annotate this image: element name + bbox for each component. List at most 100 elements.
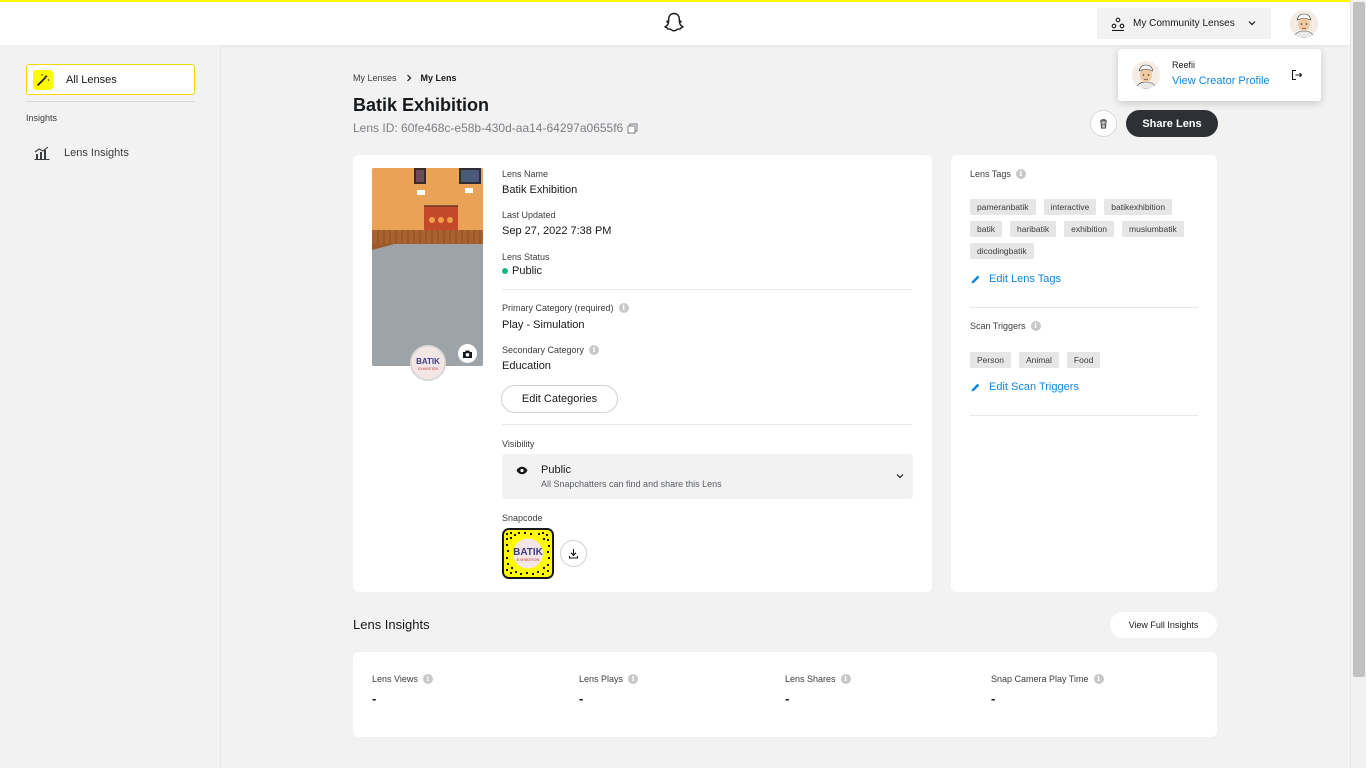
- download-icon: [568, 549, 579, 559]
- user-avatar[interactable]: [1290, 10, 1318, 38]
- view-full-insights-button[interactable]: View Full Insights: [1110, 612, 1217, 638]
- metric-label: Lens Shares: [785, 674, 836, 684]
- lens-id-text: Lens ID: 60fe468c-e58b-430d-aa14-64297a0…: [353, 121, 624, 135]
- visibility-label: Visibility: [502, 439, 535, 449]
- metric-snap-camera-play-time: Snap Camera Play Time i -: [991, 674, 1104, 706]
- info-icon[interactable]: i: [628, 674, 639, 684]
- community-lenses-dropdown[interactable]: My Community Lenses: [1097, 8, 1271, 39]
- info-icon[interactable]: i: [422, 674, 433, 684]
- lens-status: Public: [502, 265, 542, 277]
- scan-triggers-label-text: Scan Triggers: [970, 321, 1026, 331]
- tag-chip: haribatik: [1009, 221, 1057, 237]
- lens-name-label: Lens Name: [502, 169, 549, 179]
- lens-icon-badge: BATIK EXHIBITION: [410, 345, 446, 381]
- scan-triggers-list: Person Animal Food: [970, 352, 1200, 368]
- popup-username: Reefii: [1172, 60, 1196, 70]
- trigger-chip: Animal: [1018, 352, 1059, 368]
- metric-value: -: [579, 691, 584, 706]
- download-snapcode-button[interactable]: [560, 540, 587, 567]
- view-creator-profile-link[interactable]: View Creator Profile: [1172, 75, 1270, 87]
- metric-value: -: [372, 691, 377, 706]
- info-icon[interactable]: i: [1015, 169, 1026, 179]
- lens-tags-list: pameranbatik interactive batikexhibition…: [970, 199, 1200, 259]
- tag-chip: batik: [970, 221, 1002, 237]
- divider: [502, 289, 912, 290]
- breadcrumb: My Lenses My Lens: [353, 73, 457, 83]
- metric-value: -: [785, 691, 790, 706]
- metric-label: Snap Camera Play Time: [991, 674, 1089, 684]
- community-icon: [1111, 17, 1125, 31]
- top-bar: My Community Lenses: [0, 0, 1350, 45]
- edit-lens-tags-link[interactable]: Edit Lens Tags: [970, 273, 1061, 285]
- logout-icon[interactable]: [1291, 69, 1303, 81]
- metric-lens-plays: Lens Plays i -: [579, 674, 639, 706]
- scrollbar-thumb[interactable]: [1353, 2, 1365, 677]
- info-icon[interactable]: i: [1093, 674, 1104, 684]
- lens-status-value: Public: [512, 265, 542, 277]
- tag-chip: pameranbatik: [970, 199, 1036, 215]
- breadcrumb-my-lenses[interactable]: My Lenses: [353, 73, 397, 83]
- snapcode-subtext: EXHIBITION: [517, 557, 540, 562]
- edit-categories-button[interactable]: Edit Categories: [501, 385, 618, 413]
- metric-lens-views: Lens Views i -: [372, 674, 433, 706]
- magic-wand-icon: [33, 69, 53, 90]
- metric-label: Lens Views: [372, 674, 418, 684]
- tag-chip: musiumbatik: [1122, 221, 1184, 237]
- edit-scan-triggers-link[interactable]: Edit Scan Triggers: [970, 381, 1079, 393]
- visibility-select[interactable]: Public All Snapchatters can find and sha…: [502, 454, 913, 499]
- chevron-down-icon: [896, 474, 904, 479]
- pencil-icon: [971, 383, 980, 391]
- lens-tags-card: Lens Tags i pameranbatik interactive bat…: [951, 155, 1217, 592]
- info-icon[interactable]: i: [1030, 321, 1041, 331]
- profile-popup: Reefii View Creator Profile: [1118, 49, 1321, 101]
- lens-tags-label-text: Lens Tags: [970, 169, 1011, 179]
- divider: [502, 424, 912, 425]
- community-lenses-label: My Community Lenses: [1133, 18, 1235, 29]
- visibility-description: All Snapchatters can find and share this…: [541, 479, 722, 489]
- info-icon[interactable]: i: [618, 303, 629, 313]
- primary-category-value: Play - Simulation: [502, 319, 585, 331]
- eye-icon: [516, 466, 528, 475]
- secondary-category-value: Education: [502, 360, 551, 372]
- lens-tags-label: Lens Tags i: [970, 169, 1026, 179]
- scan-triggers-label: Scan Triggers i: [970, 321, 1041, 331]
- bar-chart-icon: [34, 146, 50, 160]
- share-lens-button[interactable]: Share Lens: [1126, 110, 1218, 137]
- bitmoji-avatar-icon: [1290, 10, 1318, 38]
- lens-status-label: Lens Status: [502, 252, 550, 262]
- metric-lens-shares: Lens Shares i -: [785, 674, 851, 706]
- delete-lens-button[interactable]: [1090, 110, 1117, 137]
- pencil-icon: [971, 275, 980, 283]
- sidebar-item-label: Lens Insights: [64, 147, 129, 159]
- badge-text: BATIK: [416, 357, 440, 366]
- divider: [970, 415, 1198, 416]
- tag-chip: exhibition: [1064, 221, 1115, 237]
- primary-category-label-text: Primary Category (required): [502, 303, 614, 313]
- page-scrollbar[interactable]: [1350, 0, 1366, 768]
- sidebar-item-all-lenses[interactable]: All Lenses: [26, 64, 195, 95]
- secondary-category-label: Secondary Category i: [502, 345, 600, 355]
- divider: [970, 307, 1198, 308]
- snapcode-label: Snapcode: [502, 513, 543, 523]
- snapchat-ghost-icon[interactable]: [664, 12, 684, 34]
- page-title: Batik Exhibition: [353, 95, 490, 115]
- camera-icon: [463, 350, 472, 358]
- change-thumbnail-button[interactable]: [458, 344, 477, 363]
- secondary-category-label-text: Secondary Category: [502, 345, 585, 355]
- sidebar-divider: [26, 101, 195, 102]
- tag-chip: interactive: [1043, 199, 1097, 215]
- lens-preview-image[interactable]: [372, 168, 483, 366]
- info-icon[interactable]: i: [589, 345, 600, 355]
- tag-chip: batikexhibition: [1104, 199, 1173, 215]
- sidebar-item-lens-insights[interactable]: Lens Insights: [34, 146, 129, 160]
- trigger-chip: Food: [1066, 352, 1101, 368]
- lens-details-card: BATIK EXHIBITION Lens Name Batik Exhibit…: [353, 155, 932, 592]
- lens-name-value: Batik Exhibition: [502, 184, 578, 196]
- lens-insights-title: Lens Insights: [353, 617, 430, 632]
- info-icon[interactable]: i: [840, 674, 851, 684]
- sidebar-item-label: All Lenses: [66, 73, 117, 86]
- lens-id: Lens ID: 60fe468c-e58b-430d-aa14-64297a0…: [353, 121, 638, 135]
- snapcode-image[interactable]: BATIK EXHIBITION: [502, 528, 554, 579]
- copy-icon[interactable]: [627, 123, 638, 134]
- badge-subtext: EXHIBITION: [418, 367, 438, 371]
